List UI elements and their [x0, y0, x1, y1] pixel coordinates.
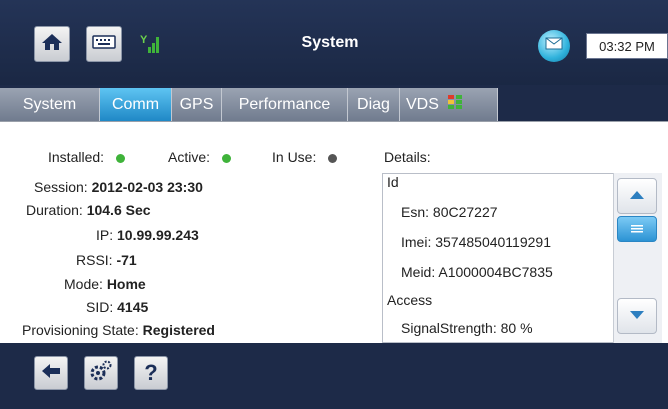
rssi-row: RSSI: -71 — [76, 252, 137, 268]
tab-system[interactable]: System — [0, 88, 100, 121]
details-item-meid: Meid: A1000004BC7835 — [401, 264, 553, 280]
session-row: Session: 2012-02-03 23:30 — [34, 179, 203, 195]
tab-gps[interactable]: GPS — [172, 88, 222, 121]
tab-label: System — [22, 95, 77, 113]
back-button[interactable] — [34, 356, 68, 390]
scroll-up-button[interactable] — [617, 178, 657, 214]
sid-value: 4145 — [117, 299, 149, 315]
active-label: Active: — [168, 149, 211, 165]
mode-label: Mode: — [64, 276, 103, 292]
duration-value: 104.6 Sec — [86, 202, 151, 218]
sid-label: SID: — [86, 299, 114, 315]
details-group-id: Id — [387, 174, 399, 190]
mail-button[interactable] — [538, 30, 570, 62]
svg-text:Y: Y — [140, 34, 148, 46]
provisioning-row: Provisioning State: Registered — [22, 322, 215, 338]
rssi-value: -71 — [116, 252, 137, 268]
signal-bars-icon: Y — [140, 33, 162, 60]
keyboard-button[interactable] — [86, 26, 122, 62]
ip-label: IP: — [96, 227, 114, 243]
session-value: 2012-02-03 23:30 — [91, 179, 203, 195]
provisioning-value: Registered — [142, 322, 215, 338]
sid-row: SID: 4145 — [86, 299, 148, 315]
home-icon — [41, 32, 63, 57]
tab-label: Comm — [111, 95, 160, 113]
tab-label: Diag — [357, 95, 390, 113]
tab-label: VDS — [406, 95, 439, 113]
settings-gears-icon — [89, 360, 113, 387]
page-title: System — [301, 34, 359, 51]
keyboard-icon — [92, 34, 116, 54]
details-label: Details: — [384, 149, 431, 165]
details-item-signalstrength: SignalStrength: 80 % — [401, 320, 533, 336]
ip-value: 10.99.99.243 — [117, 227, 199, 243]
installed-label: Installed: — [48, 149, 105, 165]
duration-row: Duration: 104.6 Sec — [26, 202, 151, 218]
help-button[interactable]: ? — [134, 356, 168, 390]
home-button[interactable] — [34, 26, 70, 62]
scroll-thumb[interactable] — [617, 216, 657, 242]
provisioning-label: Provisioning State: — [22, 322, 139, 338]
arrow-down-icon — [629, 307, 645, 325]
installed-indicator — [115, 153, 125, 163]
ip-row: IP: 10.99.99.243 — [96, 227, 199, 243]
mail-icon — [545, 37, 563, 55]
rssi-label: RSSI: — [76, 252, 113, 268]
clock: 03:32 PM — [586, 33, 668, 59]
tab-performance[interactable]: Performance — [222, 88, 348, 121]
active-status: Active: — [168, 149, 231, 165]
inuse-indicator — [328, 153, 338, 163]
settings-button[interactable] — [84, 356, 118, 390]
details-item-imei: Imei: 357485040119291 — [401, 234, 551, 250]
scroll-down-button[interactable] — [617, 298, 657, 334]
back-arrow-icon — [41, 363, 61, 384]
active-indicator — [221, 153, 231, 163]
inuse-label: In Use: — [272, 149, 317, 165]
vds-status-icon — [447, 94, 467, 115]
arrow-up-icon — [629, 187, 645, 205]
mode-value: Home — [106, 276, 146, 292]
help-icon: ? — [144, 360, 158, 385]
tab-label: GPS — [179, 95, 214, 113]
tab-vds[interactable]: VDS — [400, 88, 498, 121]
installed-status: Installed: — [48, 149, 125, 165]
tab-diag[interactable]: Diag — [348, 88, 400, 121]
details-group-access: Access — [387, 292, 433, 308]
grip-icon — [631, 220, 643, 238]
inuse-status: In Use: — [272, 149, 338, 165]
tab-comm[interactable]: Comm — [100, 88, 172, 121]
tab-label: Performance — [238, 95, 331, 113]
mode-row: Mode: Home — [64, 276, 146, 292]
duration-label: Duration: — [26, 202, 83, 218]
details-item-esn: Esn: 80C27227 — [401, 204, 498, 220]
session-label: Session: — [34, 179, 88, 195]
